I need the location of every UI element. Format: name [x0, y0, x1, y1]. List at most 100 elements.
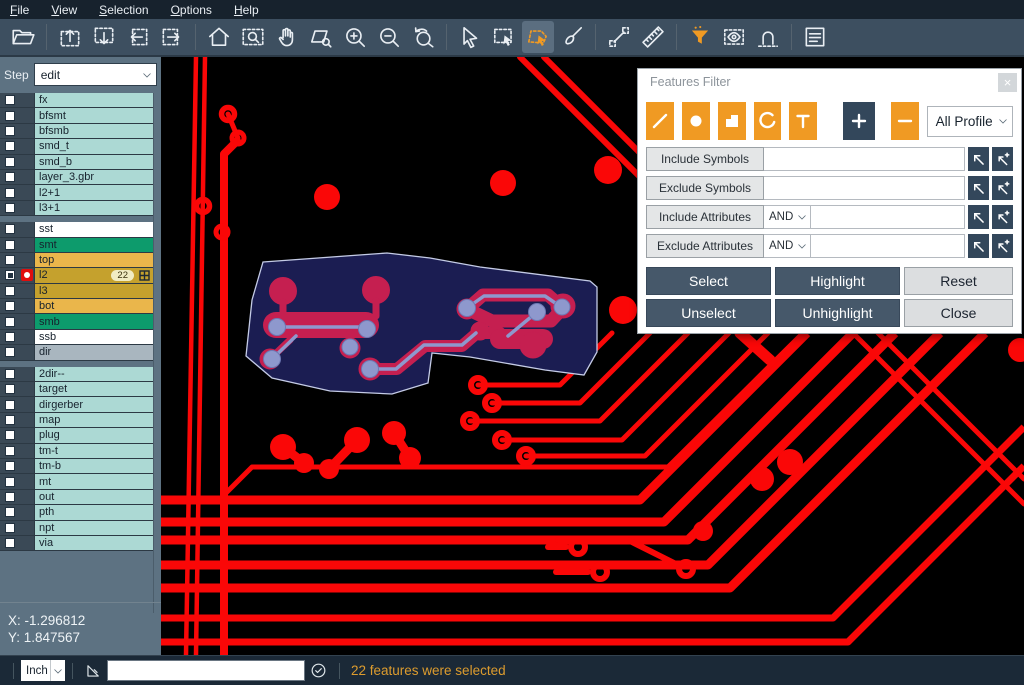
pick-add-attribute-button[interactable]	[992, 234, 1013, 258]
include-attributes-operator-select[interactable]: AND	[764, 205, 811, 229]
zoom-previous-button[interactable]	[407, 21, 439, 53]
layer-visibility-checkbox[interactable]	[0, 428, 20, 442]
close-button[interactable]: Close	[904, 299, 1013, 327]
layer-visibility-checkbox[interactable]	[0, 330, 20, 344]
menu-item-selection[interactable]: Selection	[99, 3, 148, 17]
layer-visibility-checkbox[interactable]	[0, 444, 20, 458]
layer-visibility-checkbox[interactable]	[0, 314, 20, 328]
menu-item-file[interactable]: File	[10, 3, 29, 17]
menu-item-view[interactable]: View	[51, 3, 77, 17]
highlight-button[interactable]: Highlight	[775, 267, 900, 295]
layer-row-l3+1[interactable]: l3+1	[0, 201, 153, 216]
pick-attribute-button[interactable]	[968, 205, 989, 229]
clear-selection-brush-button[interactable]	[556, 21, 588, 53]
layer-visibility-checkbox[interactable]	[0, 413, 20, 427]
filter-remove-button[interactable]	[891, 102, 919, 140]
layer-visibility-checkbox[interactable]	[0, 139, 20, 153]
layer-row-pth[interactable]: pth	[0, 505, 153, 520]
layer-row-bfsmb[interactable]: bfsmb	[0, 124, 153, 139]
unselect-button[interactable]: Unselect	[646, 299, 771, 327]
sync-check-icon[interactable]	[309, 661, 328, 680]
layer-row-npt[interactable]: npt	[0, 521, 153, 536]
layer-visibility-checkbox[interactable]	[0, 397, 20, 411]
pan-left-button[interactable]	[122, 21, 154, 53]
exclude-symbols-input[interactable]	[764, 176, 965, 200]
layer-visibility-checkbox[interactable]	[0, 367, 20, 381]
layer-visibility-checkbox[interactable]	[0, 222, 20, 236]
include-symbols-button[interactable]: Include Symbols	[646, 147, 764, 171]
layer-visibility-checkbox[interactable]	[0, 253, 20, 267]
layer-row-ssb[interactable]: ssb	[0, 330, 153, 345]
features-filter-button[interactable]	[684, 21, 716, 53]
polygon-select-button[interactable]	[522, 21, 554, 53]
layer-visibility-checkbox[interactable]	[0, 201, 20, 215]
layer-row-map[interactable]: map	[0, 413, 153, 428]
layer-row-l2+1[interactable]: l2+1	[0, 185, 153, 200]
menu-item-help[interactable]: Help	[234, 3, 259, 17]
open-file-button[interactable]	[7, 21, 39, 53]
reset-button[interactable]: Reset	[904, 267, 1013, 295]
filter-arc-button[interactable]	[754, 102, 782, 140]
command-input[interactable]	[107, 660, 305, 681]
filter-line-button[interactable]	[646, 102, 674, 140]
layer-row-smb[interactable]: smb	[0, 314, 153, 329]
pick-add-symbol-button[interactable]	[992, 147, 1013, 171]
pick-symbol-button[interactable]	[968, 176, 989, 200]
layer-visibility-checkbox[interactable]	[0, 268, 20, 282]
layer-visibility-checkbox[interactable]	[0, 459, 20, 473]
layer-visibility-checkbox[interactable]	[0, 474, 20, 488]
layer-visibility-checkbox[interactable]	[0, 345, 20, 359]
exclude-symbols-button[interactable]: Exclude Symbols	[646, 176, 764, 200]
rectangle-select-button[interactable]	[488, 21, 520, 53]
active-layer-indicator[interactable]	[20, 268, 34, 282]
layer-visibility-checkbox[interactable]	[0, 185, 20, 199]
pick-add-attribute-button[interactable]	[992, 205, 1013, 229]
close-button[interactable]: ×	[998, 73, 1017, 92]
profile-select[interactable]: All Profile	[927, 106, 1013, 137]
layer-visibility-checkbox[interactable]	[0, 505, 20, 519]
layer-row-l2[interactable]: l222	[0, 268, 153, 283]
layer-visibility-checkbox[interactable]	[0, 170, 20, 184]
layer-row-top[interactable]: top	[0, 253, 153, 268]
zoom-polygon-button[interactable]	[305, 21, 337, 53]
filter-surface-button[interactable]	[718, 102, 746, 140]
overlay-view-button[interactable]	[718, 21, 750, 53]
zoom-out-button[interactable]	[373, 21, 405, 53]
include-attributes-button[interactable]: Include Attributes	[646, 205, 764, 229]
layer-visibility-checkbox[interactable]	[0, 490, 20, 504]
select-button[interactable]: Select	[646, 267, 771, 295]
home-view-button[interactable]	[203, 21, 235, 53]
include-symbols-input[interactable]	[764, 147, 965, 171]
layer-visibility-checkbox[interactable]	[0, 536, 20, 550]
pick-attribute-button[interactable]	[968, 234, 989, 258]
exclude-attributes-operator-select[interactable]: AND	[764, 234, 811, 258]
layer-visibility-checkbox[interactable]	[0, 155, 20, 169]
layer-row-smd_t[interactable]: smd_t	[0, 139, 153, 154]
step-select[interactable]: edit	[34, 63, 157, 86]
layer-row-via[interactable]: via	[0, 536, 153, 551]
pan-up-button[interactable]	[54, 21, 86, 53]
pan-down-button[interactable]	[88, 21, 120, 53]
layer-row-mt[interactable]: mt	[0, 474, 153, 489]
snap-mode-button[interactable]	[752, 21, 784, 53]
layer-visibility-checkbox[interactable]	[0, 299, 20, 313]
unhighlight-button[interactable]: Unhighlight	[775, 299, 900, 327]
layer-visibility-checkbox[interactable]	[0, 521, 20, 535]
layer-row-2dir--[interactable]: 2dir--	[0, 367, 153, 382]
layer-row-dir[interactable]: dir	[0, 345, 153, 360]
pick-add-symbol-button[interactable]	[992, 176, 1013, 200]
layer-row-bot[interactable]: bot	[0, 299, 153, 314]
layer-row-bfsmt[interactable]: bfsmt	[0, 108, 153, 123]
layer-visibility-checkbox[interactable]	[0, 238, 20, 252]
zoom-window-button[interactable]	[237, 21, 269, 53]
layer-row-out[interactable]: out	[0, 490, 153, 505]
layer-row-tm-t[interactable]: tm-t	[0, 444, 153, 459]
layer-row-plug[interactable]: plug	[0, 428, 153, 443]
layer-visibility-checkbox[interactable]	[0, 93, 20, 107]
zoom-in-button[interactable]	[339, 21, 371, 53]
layer-row-smt[interactable]: smt	[0, 238, 153, 253]
layer-visibility-checkbox[interactable]	[0, 124, 20, 138]
layer-scrollbar[interactable]	[153, 93, 161, 613]
log-panel-button[interactable]	[799, 21, 831, 53]
layer-row-l3[interactable]: l3	[0, 284, 153, 299]
